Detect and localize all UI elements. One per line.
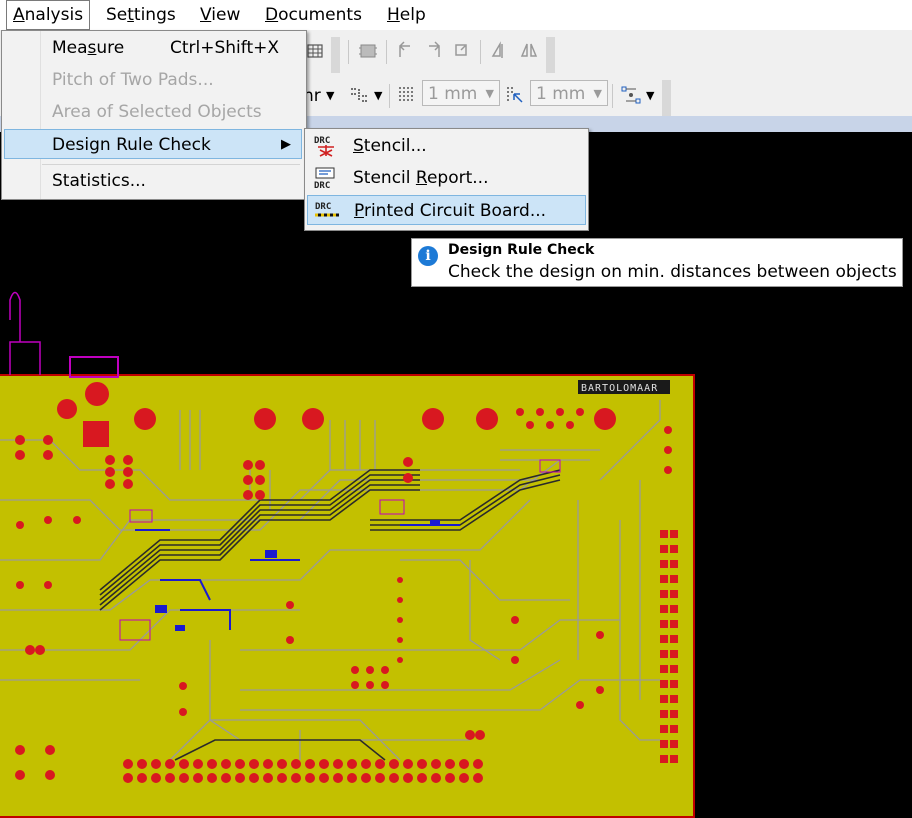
pcb-label-post: rinted Circuit Board... bbox=[363, 201, 547, 221]
menu-analysis-rest: nalysis bbox=[24, 5, 84, 25]
drc-pcb-icon-text: DRC bbox=[315, 202, 331, 212]
menu-view[interactable]: View bbox=[194, 3, 246, 27]
area-label: Area of Selected Objects bbox=[52, 102, 262, 122]
menu-documents-rest: ocuments bbox=[278, 5, 362, 25]
chevron-down-icon: ▼ bbox=[593, 87, 602, 100]
toolbar-separator bbox=[480, 40, 481, 64]
measure-label: Measure bbox=[52, 33, 124, 63]
measure-shortcut: Ctrl+Shift+X bbox=[170, 38, 280, 58]
rotate-left-icon[interactable] bbox=[395, 40, 417, 62]
grid-size-value: 1 mm bbox=[428, 84, 478, 104]
measure-label-pre: Mea bbox=[52, 38, 88, 58]
grid-origin-icon[interactable] bbox=[348, 84, 370, 106]
toolbar-grip[interactable] bbox=[546, 37, 555, 73]
tooltip-body: Check the design on min. distances betwe… bbox=[448, 262, 897, 282]
drc-stencil-icon: DRC bbox=[314, 136, 334, 157]
menu-item-area-of-selected-objects[interactable]: Area of Selected Objects bbox=[4, 97, 302, 127]
stencil-report-label-post: eport... bbox=[426, 168, 489, 188]
toolbar-separator bbox=[386, 40, 387, 64]
submenu-item-stencil[interactable]: DRC Stencil... bbox=[307, 131, 586, 161]
stencil-report-label-pre: Stencil bbox=[353, 168, 416, 188]
snap-size-value: 1 mm bbox=[536, 84, 586, 104]
toolbar-separator bbox=[389, 84, 390, 108]
stencil-report-label-accel: R bbox=[415, 168, 427, 188]
stencil-label-post: tencil... bbox=[363, 136, 427, 156]
drc-label: Design Rule Check bbox=[52, 135, 211, 155]
mirror-vertical-icon[interactable] bbox=[518, 40, 540, 62]
menu-settings[interactable]: Settings bbox=[100, 3, 182, 27]
distribute-icon[interactable] bbox=[620, 84, 642, 106]
menu-help-rest: elp bbox=[399, 5, 426, 25]
menu-divider bbox=[42, 164, 300, 165]
submenu-item-stencil-report[interactable]: DRC Stencil Report... bbox=[307, 163, 586, 193]
menu-analysis[interactable]: Analysis bbox=[6, 0, 91, 30]
menu-settings-rest: tings bbox=[133, 5, 176, 25]
stencil-label-accel: S bbox=[353, 136, 364, 156]
menu-help[interactable]: Help bbox=[381, 3, 432, 27]
stencil-label: Stencil... bbox=[353, 131, 427, 161]
chevron-down-icon: ▼ bbox=[485, 87, 494, 100]
drc-report-icon-text: DRC bbox=[314, 181, 330, 190]
info-icon: i bbox=[418, 246, 438, 266]
menu-view-accel: V bbox=[200, 5, 212, 25]
grid-dots-icon[interactable] bbox=[396, 84, 418, 106]
drc-submenu: DRC Stencil... DRC Stencil Report... DRC… bbox=[304, 128, 589, 231]
menu-settings-pre: Se bbox=[106, 5, 128, 25]
menu-documents[interactable]: Documents bbox=[259, 3, 368, 27]
menu-bar: Analysis Settings View Documents Help bbox=[0, 0, 912, 30]
toolbar-separator bbox=[612, 84, 613, 108]
snap-size-select[interactable]: 1 mm ▼ bbox=[530, 80, 608, 106]
statistics-label: Statistics... bbox=[52, 171, 146, 191]
snap-grid-icon[interactable] bbox=[504, 84, 526, 106]
menu-help-accel: H bbox=[387, 5, 400, 25]
menu-item-measure[interactable]: Measure Ctrl+Shift+X bbox=[4, 33, 302, 63]
pcb-label: Printed Circuit Board... bbox=[354, 196, 546, 226]
tooltip: i Design Rule Check Check the design on … bbox=[411, 238, 903, 287]
rotate-icon[interactable] bbox=[450, 40, 472, 62]
drc-pcb-icon: DRC bbox=[315, 202, 339, 217]
toolbar-grip[interactable] bbox=[331, 37, 340, 73]
menu-item-pitch-of-two-pads[interactable]: Pitch of Two Pads... bbox=[4, 65, 302, 95]
stencil-report-label: Stencil Report... bbox=[353, 163, 488, 193]
submenu-item-printed-circuit-board[interactable]: DRC Printed Circuit Board... bbox=[307, 195, 586, 225]
toolbar-separator bbox=[348, 40, 349, 64]
grid-origin-dropdown-icon[interactable]: ▼ bbox=[374, 84, 382, 108]
grid-size-select[interactable]: 1 mm ▼ bbox=[422, 80, 500, 106]
drc-stencil-report-icon: DRC bbox=[314, 167, 335, 190]
board-label: BARTOLOMAAR bbox=[581, 383, 658, 394]
grid-view-icon[interactable] bbox=[305, 40, 327, 62]
silkscreen-outline bbox=[9, 291, 41, 375]
distribute-dropdown-icon[interactable]: ▼ bbox=[646, 84, 654, 108]
measure-label-post: ure bbox=[96, 38, 125, 58]
tooltip-title: Design Rule Check bbox=[448, 242, 595, 258]
menu-item-statistics[interactable]: Statistics... bbox=[4, 166, 302, 196]
menu-analysis-accel: A bbox=[13, 5, 25, 25]
pcb-label-accel: P bbox=[354, 201, 364, 221]
menu-settings-accel: t bbox=[127, 5, 134, 25]
menu-view-rest: iew bbox=[211, 5, 241, 25]
menu-item-design-rule-check[interactable]: Design Rule Check ▶ bbox=[4, 129, 302, 159]
menu-documents-accel: D bbox=[265, 5, 279, 25]
drc-stencil-icon-text: DRC bbox=[314, 136, 330, 146]
analysis-menu: Measure Ctrl+Shift+X Pitch of Two Pads..… bbox=[1, 30, 307, 200]
rotate-right-icon[interactable] bbox=[422, 40, 444, 62]
submenu-arrow-icon: ▶ bbox=[281, 137, 291, 152]
unit-dropdown-arrow[interactable]: ▼ bbox=[326, 84, 334, 108]
pitch-label: Pitch of Two Pads... bbox=[52, 70, 214, 90]
mirror-horizontal-icon[interactable] bbox=[490, 40, 512, 62]
toolbar-grip[interactable] bbox=[662, 80, 671, 116]
component-icon[interactable] bbox=[357, 40, 379, 62]
